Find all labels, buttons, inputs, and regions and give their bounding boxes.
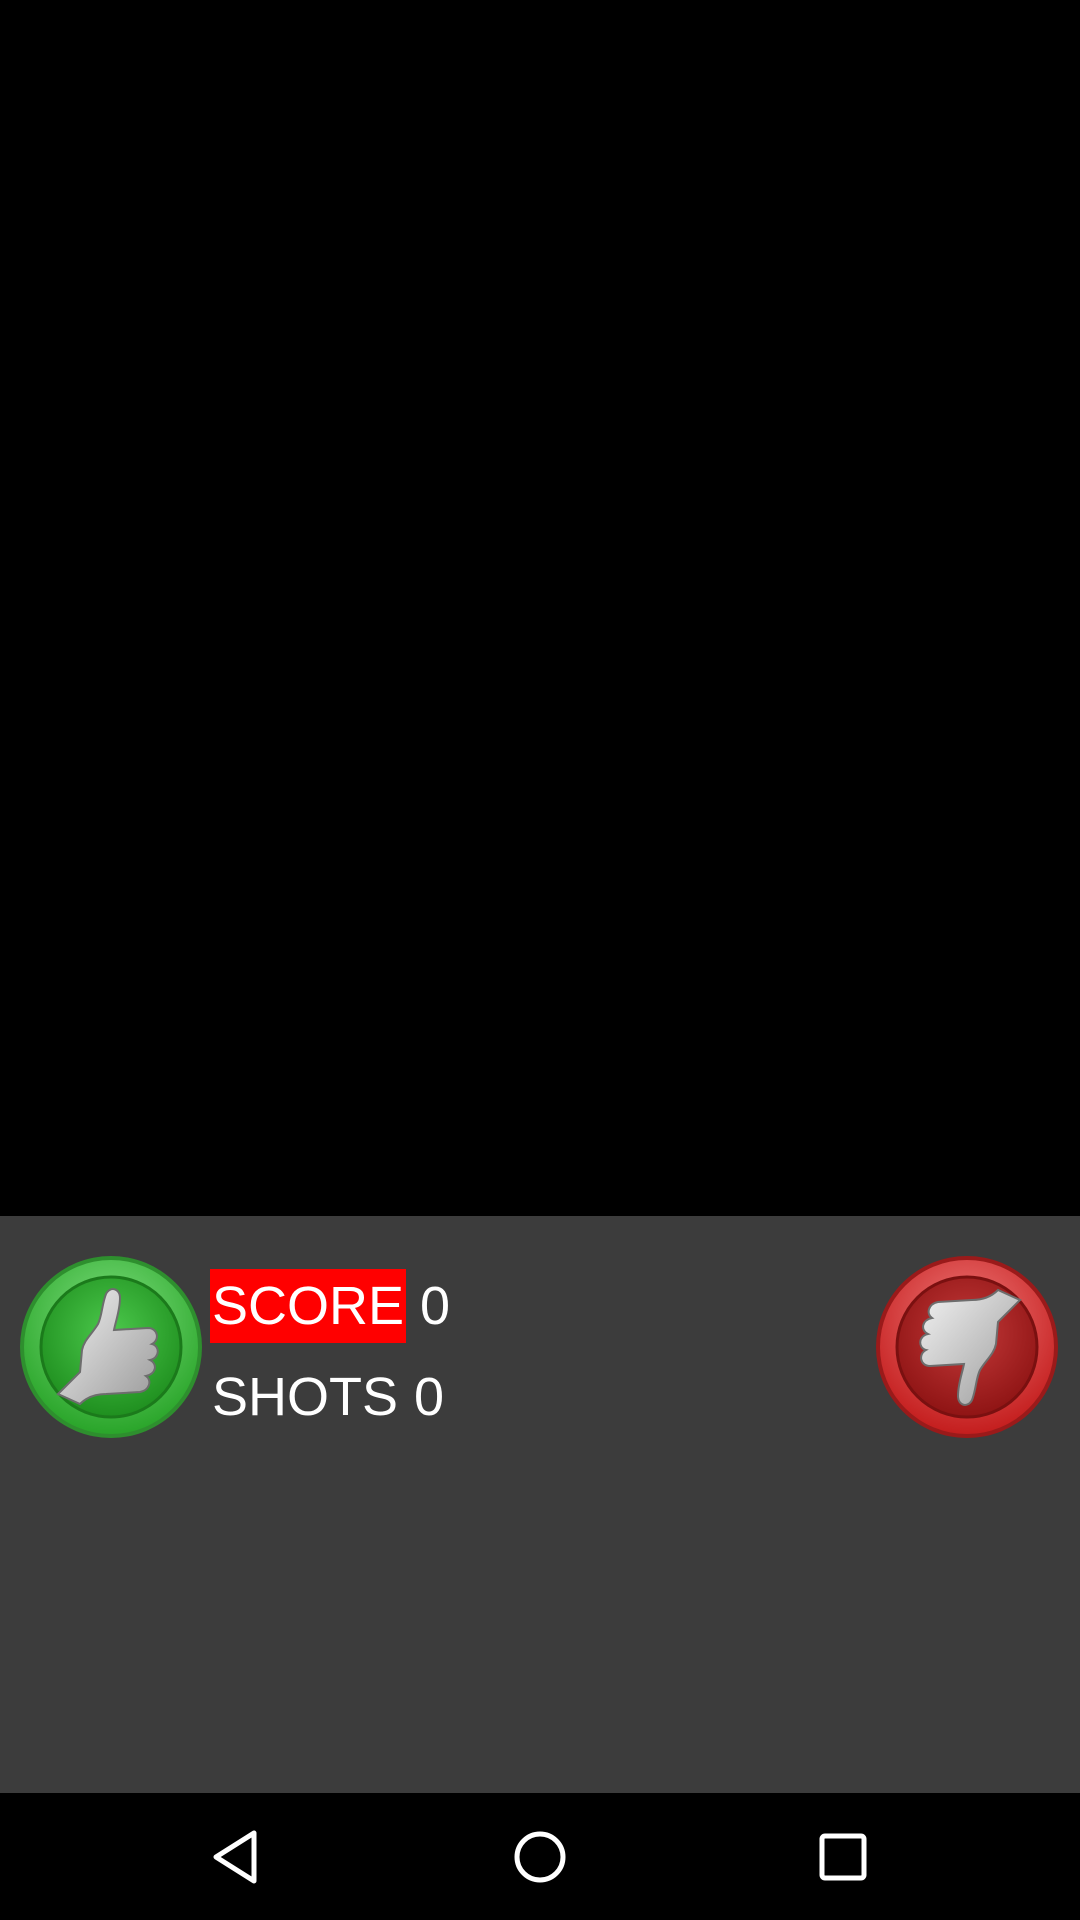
- thumbs-up-icon: [20, 1256, 202, 1438]
- control-panel: SCORE 0 SHOTS 0: [0, 1216, 1080, 1793]
- back-button[interactable]: [200, 1819, 276, 1895]
- score-row: SCORE 0: [210, 1268, 450, 1344]
- thumbs-down-icon: [876, 1256, 1058, 1438]
- recents-button[interactable]: [805, 1819, 881, 1895]
- shots-value: 0: [414, 1367, 445, 1427]
- shots-row: SHOTS 0: [210, 1359, 450, 1435]
- thumbs-up-button[interactable]: [18, 1254, 204, 1440]
- back-triangle-icon: [213, 1830, 257, 1884]
- score-label: SCORE: [210, 1269, 407, 1343]
- thumbs-down-button[interactable]: [874, 1254, 1060, 1440]
- recents-square-icon: [819, 1833, 867, 1881]
- system-navigation-bar: [0, 1793, 1080, 1920]
- scoreboard: SCORE 0 SHOTS 0: [210, 1268, 450, 1435]
- home-button[interactable]: [502, 1819, 578, 1895]
- home-circle-icon: [514, 1831, 566, 1883]
- score-value: 0: [420, 1276, 451, 1336]
- game-viewport[interactable]: [0, 0, 1080, 1216]
- shots-label: SHOTS: [212, 1367, 399, 1427]
- app-screen: SCORE 0 SHOTS 0: [0, 0, 1080, 1920]
